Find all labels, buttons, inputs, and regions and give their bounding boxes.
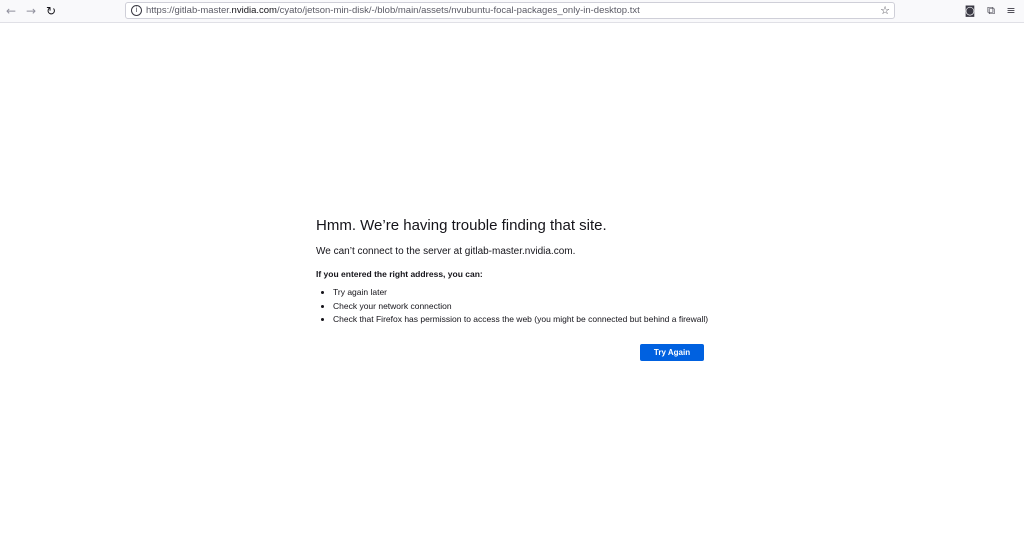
forward-arrow-icon[interactable]: → [23,3,39,19]
url-domain: nvidia.com [231,5,277,16]
url-path: /cyato/jetson-min-disk/-/blob/main/asset… [276,5,640,16]
url-text[interactable]: https://gitlab-master.nvidia.com/cyato/j… [146,3,640,18]
suggestion-list: Try again later Check your network conne… [316,286,736,327]
pocket-icon[interactable]: ◙ [962,3,978,19]
browser-toolbar: ← → ↻ i https://gitlab-master.nvidia.com… [0,0,1024,23]
error-title: Hmm. We’re having trouble finding that s… [316,217,607,234]
suggestion-item: Try again later [333,286,736,300]
info-icon[interactable]: i [131,5,142,16]
try-again-button[interactable]: Try Again [640,344,704,361]
reload-icon[interactable]: ↻ [43,3,59,19]
hamburger-menu-icon[interactable]: ≡ [1003,3,1019,19]
back-arrow-icon[interactable]: ← [3,3,19,19]
suggestion-item: Check that Firefox has permission to acc… [333,313,736,327]
suggestion-item: Check your network connection [333,300,736,314]
url-prefix: https://gitlab-master. [146,5,232,16]
extensions-icon[interactable]: ⧉ [983,3,999,19]
error-hint: If you entered the right address, you ca… [316,269,483,279]
star-icon[interactable]: ☆ [880,3,890,18]
error-description: We can’t connect to the server at gitlab… [316,246,576,257]
error-container: Hmm. We’re having trouble finding that s… [316,216,736,361]
url-bar[interactable]: i https://gitlab-master.nvidia.com/cyato… [125,2,895,19]
